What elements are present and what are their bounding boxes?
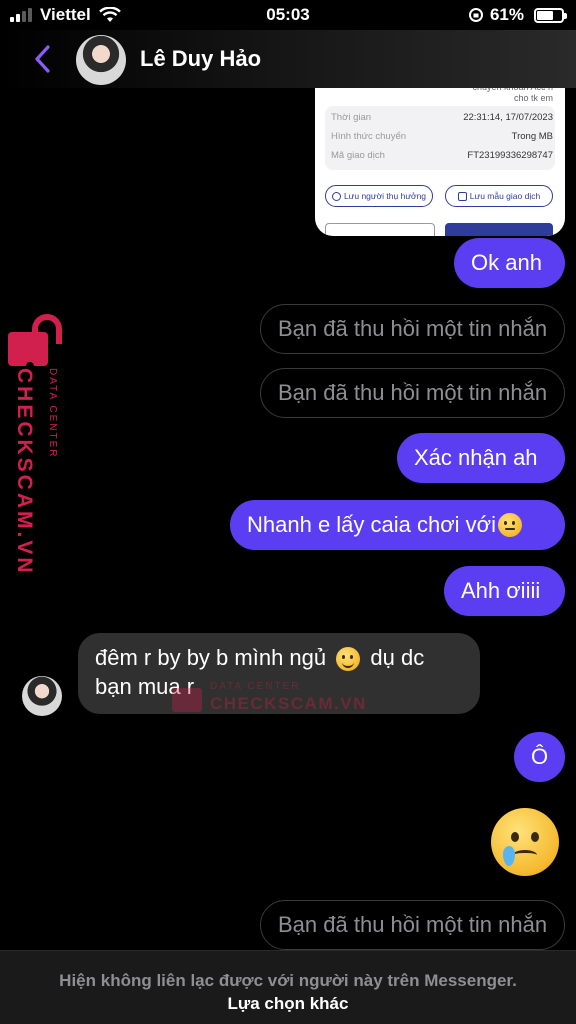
message-text: Nhanh e lấy caia chơi với xyxy=(247,512,496,537)
message-recalled[interactable]: Bạn đã thu hồi một tin nhắn xyxy=(260,304,565,354)
watermark-small-text: DATA CENTER xyxy=(47,368,58,459)
status-right: 61% xyxy=(468,5,567,25)
save-template-button: Lưu mẫu giao dịch xyxy=(445,185,553,207)
receipt-row-value: FT23199336298747 xyxy=(467,150,553,161)
message-recalled[interactable]: Bạn đã thu hồi một tin nhắn xyxy=(260,368,565,418)
chat-header: Lê Duy Hảo xyxy=(0,30,576,88)
save-template-label: Lưu mẫu giao dịch xyxy=(469,191,541,201)
emoji-mouth xyxy=(513,850,537,860)
message-text: Ahh ơiiii xyxy=(461,578,541,603)
battery-percent: 61% xyxy=(489,5,524,24)
message-sent[interactable]: Xác nhận ah xyxy=(397,433,565,483)
shared-image-receipt[interactable]: chuyển khoản Acc n cho tk em Thời gian 2… xyxy=(315,86,565,236)
composer-unavailable-footer: Hiện không liên lạc được với người này t… xyxy=(0,950,576,1024)
chevron-left-icon xyxy=(35,45,50,73)
neutral-face-emoji-icon xyxy=(497,513,522,537)
lock-icon xyxy=(172,688,202,712)
message-text: Bạn đã thu hồi một tin nhắn xyxy=(278,912,548,937)
message-text: Xác nhận ah xyxy=(414,445,538,470)
emoji-eye xyxy=(511,832,519,842)
receipt-row: Thời gian 22:31:14, 17/07/2023 xyxy=(331,112,553,126)
other-options-link[interactable]: Lựa chọn khác xyxy=(0,994,576,1014)
message-text: Bạn đã thu hồi một tin nhắn xyxy=(278,316,548,341)
contact-avatar-small[interactable] xyxy=(22,676,62,716)
emoji-tear xyxy=(503,846,515,866)
message-sent[interactable]: Nhanh e lấy caia chơi với xyxy=(230,500,565,550)
receipt-top-text: chuyển khoản Acc n cho tk em xyxy=(472,86,553,103)
save-beneficiary-label: Lưu người thụ hưởng xyxy=(343,191,427,201)
battery-icon xyxy=(534,7,567,23)
message-text: Ô xyxy=(530,744,549,769)
receipt-row-value: 22:31:14, 17/07/2023 xyxy=(463,112,553,123)
receipt-row-key: Mã giao dịch xyxy=(331,150,385,161)
contact-name[interactable]: Lê Duy Hảo xyxy=(140,46,261,72)
message-text: Bạn đã thu hồi một tin nhắn xyxy=(278,380,548,405)
message-sent[interactable]: Ahh ơiiii xyxy=(444,566,565,616)
crying-face-emoji-icon[interactable] xyxy=(491,808,559,876)
watermark-logo-left: DATA CENTER CHECKSCAM.VN xyxy=(6,312,66,576)
receipt-row: Hình thức chuyển Trong MB xyxy=(331,131,553,145)
receipt-bottom-button-right xyxy=(445,223,553,236)
watermark-big-text: CHECKSCAM.VN xyxy=(210,694,367,713)
orientation-lock-icon xyxy=(468,8,483,22)
receipt-bottom-button-left xyxy=(325,223,435,236)
contact-avatar[interactable] xyxy=(76,35,126,85)
message-text: Ok anh xyxy=(471,250,542,275)
unavailable-note: Hiện không liên lạc được với người này t… xyxy=(59,971,517,990)
message-line-1: đêm r by by b mình ngủ dụ dc xyxy=(95,643,463,672)
watermark-big-text: CHECKSCAM.VN xyxy=(13,368,36,576)
template-icon xyxy=(457,191,467,201)
message-recalled[interactable]: Bạn đã thu hồi một tin nhắn xyxy=(260,900,565,950)
lock-icon xyxy=(8,332,48,376)
message-sent[interactable]: Ô xyxy=(514,732,565,782)
smiling-face-emoji-icon xyxy=(336,647,361,672)
message-text: đêm r by by b mình ngủ xyxy=(95,645,327,670)
emoji-eye xyxy=(531,832,539,842)
receipt-row-key: Thời gian xyxy=(331,112,372,123)
receipt-row-value: Trong MB xyxy=(511,131,553,142)
user-icon xyxy=(331,191,341,201)
status-bar: Viettel 05:03 61% xyxy=(0,0,576,30)
watermark-small-text: DATA CENTER xyxy=(210,681,301,692)
battery-level xyxy=(537,10,553,20)
receipt-row: Mã giao dịch FT23199336298747 xyxy=(331,150,553,164)
message-text: dụ dc xyxy=(370,645,425,670)
back-button[interactable] xyxy=(22,39,62,79)
receipt-row-key: Hình thức chuyển xyxy=(331,131,407,142)
message-sent[interactable]: Ok anh xyxy=(454,238,565,288)
watermark-logo-center: DATA CENTER CHECKSCAM.VN xyxy=(172,678,372,718)
save-beneficiary-button: Lưu người thụ hưởng xyxy=(325,185,433,207)
